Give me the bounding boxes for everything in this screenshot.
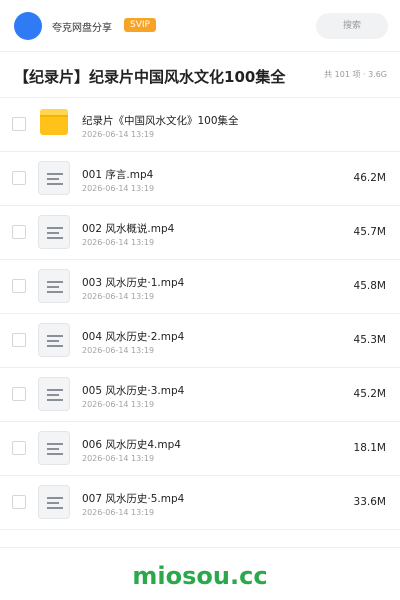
row-checkbox[interactable] — [12, 225, 26, 239]
page-title: 【纪录片】纪录片中国风水文化100集全 — [14, 68, 286, 86]
file-date: 2026-06-14 13:19 — [82, 454, 155, 463]
document-icon — [38, 161, 70, 195]
file-date: 2026-06-14 13:19 — [82, 238, 155, 247]
document-icon — [38, 377, 70, 411]
share-summary: 共 101 项 · 3.6G — [324, 70, 387, 79]
file-name: 004 风水历史·2.mp4 — [82, 331, 185, 343]
file-name: 纪录片《中国风水文化》100集全 — [82, 115, 239, 127]
row-checkbox[interactable] — [12, 117, 26, 131]
file-name: 003 风水历史·1.mp4 — [82, 277, 185, 289]
document-icon — [38, 485, 70, 519]
file-name: 002 风水概说.mp4 — [82, 223, 175, 235]
watermark: miosou.cc — [132, 562, 268, 590]
row-checkbox[interactable] — [12, 171, 26, 185]
file-name: 001 序言.mp4 — [82, 169, 154, 181]
row-checkbox[interactable] — [12, 333, 26, 347]
svip-badge: SVIP — [124, 18, 156, 32]
file-date: 2026-06-14 13:19 — [82, 346, 155, 355]
file-row[interactable]: 007 风水历史·5.mp4 2026-06-14 13:19 33.6M — [0, 476, 400, 530]
row-checkbox[interactable] — [12, 279, 26, 293]
file-date: 2026-06-14 13:19 — [82, 400, 155, 409]
file-date: 2026-06-14 13:19 — [82, 508, 155, 517]
file-list: 纪录片《中国风水文化》100集全 2026-06-14 13:19 001 序言… — [0, 98, 400, 530]
footer-divider — [0, 547, 400, 548]
file-name: 007 风水历史·5.mp4 — [82, 493, 185, 505]
file-date: 2026-06-14 13:19 — [82, 292, 155, 301]
file-name: 005 风水历史·3.mp4 — [82, 385, 185, 397]
share-title-bar: 【纪录片】纪录片中国风水文化100集全 共 101 项 · 3.6G — [0, 52, 400, 98]
row-checkbox[interactable] — [12, 387, 26, 401]
file-date: 2026-06-14 13:19 — [82, 130, 155, 139]
file-size: 45.7M — [353, 226, 386, 238]
file-size: 18.1M — [353, 442, 386, 454]
search-input[interactable]: 搜索 — [316, 13, 388, 39]
folder-icon — [40, 109, 68, 135]
file-row[interactable]: 001 序言.mp4 2026-06-14 13:19 46.2M — [0, 152, 400, 206]
row-checkbox[interactable] — [12, 495, 26, 509]
file-size: 45.2M — [353, 388, 386, 400]
avatar[interactable] — [14, 12, 42, 40]
top-bar: 夸克网盘分享 SVIP 搜索 — [0, 0, 400, 52]
document-icon — [38, 431, 70, 465]
file-row[interactable]: 004 风水历史·2.mp4 2026-06-14 13:19 45.3M — [0, 314, 400, 368]
file-row[interactable]: 003 风水历史·1.mp4 2026-06-14 13:19 45.8M — [0, 260, 400, 314]
document-icon — [38, 323, 70, 357]
file-size: 45.8M — [353, 280, 386, 292]
file-size: 46.2M — [353, 172, 386, 184]
file-name: 006 风水历史4.mp4 — [82, 439, 181, 451]
document-icon — [38, 269, 70, 303]
row-checkbox[interactable] — [12, 441, 26, 455]
file-size: 45.3M — [353, 334, 386, 346]
file-size: 33.6M — [353, 496, 386, 508]
file-row[interactable]: 005 风水历史·3.mp4 2026-06-14 13:19 45.2M — [0, 368, 400, 422]
file-row-folder[interactable]: 纪录片《中国风水文化》100集全 2026-06-14 13:19 — [0, 98, 400, 152]
sharer-name: 夸克网盘分享 — [52, 23, 112, 34]
file-row[interactable]: 006 风水历史4.mp4 2026-06-14 13:19 18.1M — [0, 422, 400, 476]
file-row[interactable]: 002 风水概说.mp4 2026-06-14 13:19 45.7M — [0, 206, 400, 260]
document-icon — [38, 215, 70, 249]
file-date: 2026-06-14 13:19 — [82, 184, 155, 193]
